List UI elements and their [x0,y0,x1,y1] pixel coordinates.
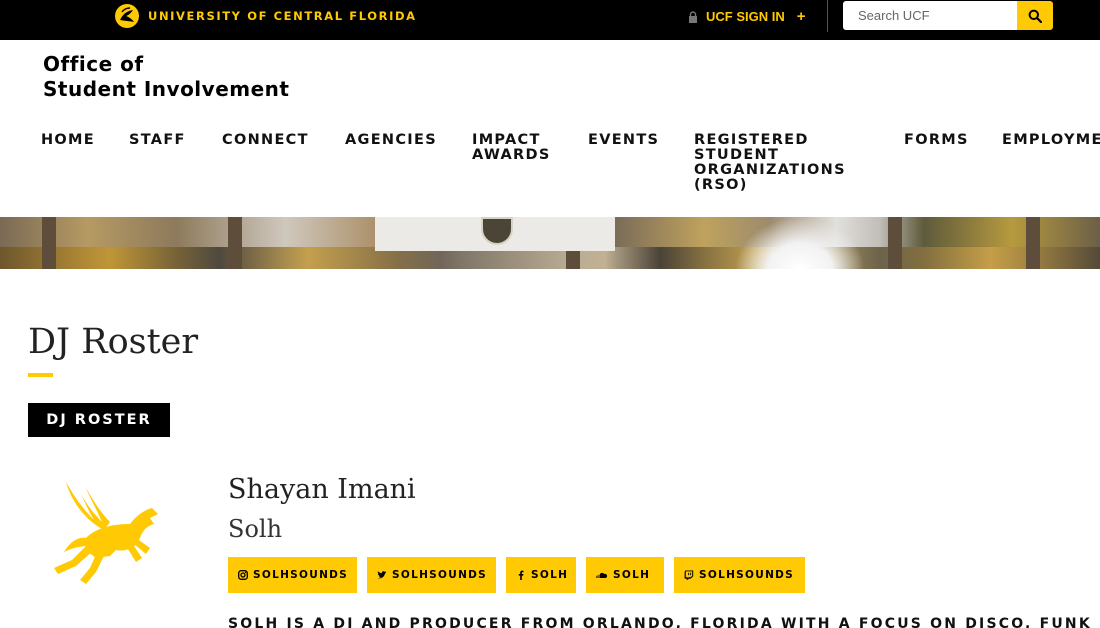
nav-events[interactable]: EVENTS [588,133,659,148]
nav-forms[interactable]: FORMS [904,133,969,148]
twitter-icon [377,571,387,579]
twitch-label: SOLHSOUNDS [699,569,795,581]
facebook-label: SOLH [531,569,569,581]
search-form [843,1,1053,30]
office-title-link[interactable]: Office of Student Involvement [43,52,289,102]
nav-home[interactable]: HOME [41,133,95,148]
nav-agencies[interactable]: AGENCIES [345,133,437,148]
section-tag: DJ ROSTER [28,403,170,437]
nav-registered-student-organizations[interactable]: REGISTERED STUDENT ORGANIZATIONS (RSO) [694,133,846,193]
search-input[interactable] [843,1,1017,30]
hero-banner-image [0,217,1100,269]
instagram-button[interactable]: SOLHSOUNDS [228,557,357,593]
sign-in-plus: + [796,8,806,25]
university-name: UNIVERSITY OF CENTRAL FLORIDA [148,9,417,23]
page-title: DJ Roster [28,322,199,362]
office-title-line2: Student Involvement [43,77,290,101]
ucf-sign-in-link[interactable]: UCF SIGN IN + [688,8,806,25]
twitch-icon [684,570,694,580]
soundcloud-icon [596,572,608,578]
soundcloud-button[interactable]: SOLH [586,557,664,593]
nav-connect[interactable]: CONNECT [222,133,309,148]
office-title-line1: Office of [43,52,144,76]
pegasus-icon [54,482,158,584]
facebook-icon [518,570,524,580]
dj-bio: SOLH IS A DJ AND PRODUCER FROM ORLANDO, … [228,616,1092,628]
twitter-button[interactable]: SOLHSOUNDS [367,557,496,593]
instagram-label: SOLHSOUNDS [253,569,349,581]
top-bar: UNIVERSITY OF CENTRAL FLORIDA UCF SIGN I… [0,0,1100,40]
main-nav: HOME STAFF CONNECT AGENCIES IMPACT AWARD… [0,133,1100,203]
search-button[interactable] [1017,1,1053,30]
twitch-button[interactable]: SOLHSOUNDS [674,557,805,593]
instagram-icon [238,570,248,580]
title-underline [28,373,53,377]
nav-employment[interactable]: EMPLOYME [1002,133,1100,148]
nav-staff[interactable]: STAFF [129,133,186,148]
nav-impact-awards[interactable]: IMPACT AWARDS [472,133,551,163]
soundcloud-label: SOLH [613,569,651,581]
facebook-button[interactable]: SOLH [506,557,576,593]
topbar-divider [827,0,828,32]
dj-name: Shayan Imani [228,474,416,505]
sign-in-label: UCF SIGN IN [706,9,785,24]
twitter-label: SOLHSOUNDS [392,569,488,581]
dj-alias: Solh [228,515,283,543]
search-icon [1028,9,1042,23]
ucf-home-link[interactable]: UNIVERSITY OF CENTRAL FLORIDA [114,2,417,30]
ucf-pegasus-icon [115,4,139,28]
lock-icon [689,10,697,23]
